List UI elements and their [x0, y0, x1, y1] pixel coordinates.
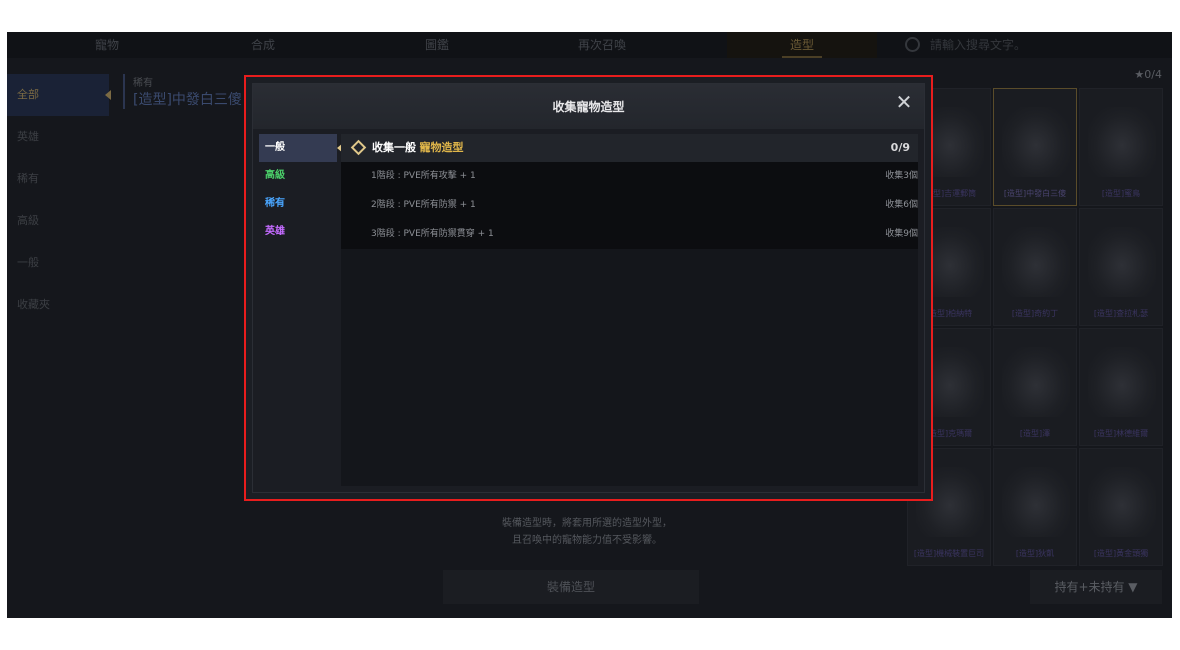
tab-resummon[interactable]: 再次召喚 [527, 32, 677, 58]
category-advanced[interactable]: 高級 [7, 200, 107, 242]
skin-art [1002, 107, 1070, 177]
skin-label: [造型]狄凱 [1015, 549, 1055, 558]
selected-name: [造型]中發白三傻 [133, 92, 242, 108]
tab-pet[interactable]: 寵物 [47, 32, 167, 58]
skin-art [1088, 107, 1156, 177]
equip-note: 裝備造型時，將套用所選的造型外型， 且召喚中的寵物能力值不受影響。 [447, 515, 727, 549]
skin-label: [造型]機械裝置巨司 [913, 549, 985, 558]
skin-card[interactable]: [造型]澤 [993, 328, 1077, 446]
skin-label: [造型]查拉札瑟 [1093, 309, 1149, 318]
equip-note-line: 裝備造型時，將套用所選的造型外型， [502, 518, 672, 529]
top-nav: 寵物 合成 圖鑑 再次召喚 造型 請輸入搜尋文字。 [7, 32, 1172, 58]
modal-panel: 收集寵物造型 ✕ 一般 高級 稀有 英雄 收集一般 寵物造型 0/9 1階段 :… [252, 83, 925, 493]
collection-header: 收集一般 寵物造型 0/9 [341, 134, 918, 162]
stage-name: 2階段 : PVE所有防禦 + 1 [371, 200, 476, 210]
tab-synthesis[interactable]: 合成 [203, 32, 323, 58]
skin-count: ★0/4 [1134, 68, 1162, 81]
tab-rare[interactable]: 稀有 [259, 190, 337, 218]
skin-art [1088, 467, 1156, 537]
stage-requirement: 收集6個 [885, 200, 918, 210]
skin-label: [造型]黃金頭獨 [1093, 549, 1149, 558]
ownership-filter-dropdown[interactable]: 持有+未持有 ▼ [1030, 570, 1162, 604]
stage-row: 2階段 : PVE所有防禦 + 1 收集6個 [341, 191, 918, 220]
tab-advanced[interactable]: 高級 [259, 162, 337, 190]
tab-hero[interactable]: 英雄 [259, 218, 337, 246]
search-bar[interactable]: 請輸入搜尋文字。 [905, 32, 1026, 58]
skin-art [1002, 347, 1070, 417]
category-all[interactable]: 全部 [7, 74, 111, 116]
tab-codex[interactable]: 圖鑑 [377, 32, 497, 58]
skin-art [1002, 227, 1070, 297]
modal-header: 收集寵物造型 ✕ [253, 84, 924, 129]
stage-row: 1階段 : PVE所有攻擊 + 1 收集3個 [341, 162, 918, 191]
collection-content: 收集一般 寵物造型 0/9 1階段 : PVE所有攻擊 + 1 收集3個 2階段… [341, 134, 918, 486]
skin-label: [造型]澤 [1019, 429, 1051, 438]
close-icon[interactable]: ✕ [894, 92, 914, 112]
skin-art [1002, 467, 1070, 537]
skin-card[interactable]: [造型]中發白三傻 [993, 88, 1077, 206]
selected-rarity: 稀有 [133, 78, 153, 89]
stage-list: 1階段 : PVE所有攻擊 + 1 收集3個 2階段 : PVE所有防禦 + 1… [341, 162, 918, 249]
grade-tabs: 一般 高級 稀有 英雄 [259, 134, 343, 246]
stage-requirement: 收集9個 [885, 229, 918, 239]
search-input[interactable]: 請輸入搜尋文字。 [930, 38, 1026, 52]
stage-name: 1階段 : PVE所有攻擊 + 1 [371, 171, 476, 181]
equip-note-line: 且召喚中的寵物能力值不受影響。 [512, 535, 662, 546]
skin-art [1088, 227, 1156, 297]
selected-skin-info: 稀有 [造型]中發白三傻 [123, 74, 242, 109]
skin-card[interactable]: [造型]查拉札瑟 [1079, 208, 1163, 326]
skin-label: [造型]蜜鳥 [1101, 189, 1141, 198]
skin-label: [造型]林德維爾 [1093, 429, 1149, 438]
skin-card[interactable]: [造型]林德維爾 [1079, 328, 1163, 446]
skin-card[interactable]: [造型]黃金頭獨 [1079, 448, 1163, 566]
collection-progress: 0/9 [890, 141, 910, 154]
search-icon [905, 37, 920, 52]
diamond-icon [350, 139, 367, 155]
category-hero[interactable]: 英雄 [7, 116, 107, 158]
collection-highlight: 寵物造型 [419, 141, 464, 154]
skin-card[interactable]: [造型]蜜鳥 [1079, 88, 1163, 206]
category-normal[interactable]: 一般 [7, 242, 107, 284]
category-sidebar: 全部 英雄 稀有 高級 一般 收藏夾 [7, 74, 111, 326]
skin-label: [造型]奇約丁 [1011, 309, 1059, 318]
equip-skin-button[interactable]: 裝備造型 [443, 570, 699, 604]
category-rare[interactable]: 稀有 [7, 158, 107, 200]
collection-modal: 收集寵物造型 ✕ 一般 高級 稀有 英雄 收集一般 寵物造型 0/9 1階段 :… [244, 75, 933, 501]
stage-requirement: 收集3個 [885, 171, 918, 181]
collection-label: 收集一般 [372, 141, 416, 154]
skin-card[interactable]: [造型]狄凱 [993, 448, 1077, 566]
tab-normal[interactable]: 一般 [259, 134, 343, 162]
modal-title: 收集寵物造型 [552, 100, 625, 114]
skin-art [1088, 347, 1156, 417]
stage-name: 3階段 : PVE所有防禦貫穿 + 1 [371, 229, 494, 239]
stage-row: 3階段 : PVE所有防禦貫穿 + 1 收集9個 [341, 220, 918, 249]
skin-label: [造型]中發白三傻 [1003, 189, 1067, 198]
tab-skin[interactable]: 造型 [727, 32, 877, 58]
skin-card[interactable]: [造型]奇約丁 [993, 208, 1077, 326]
category-favorites[interactable]: 收藏夾 [7, 284, 107, 326]
